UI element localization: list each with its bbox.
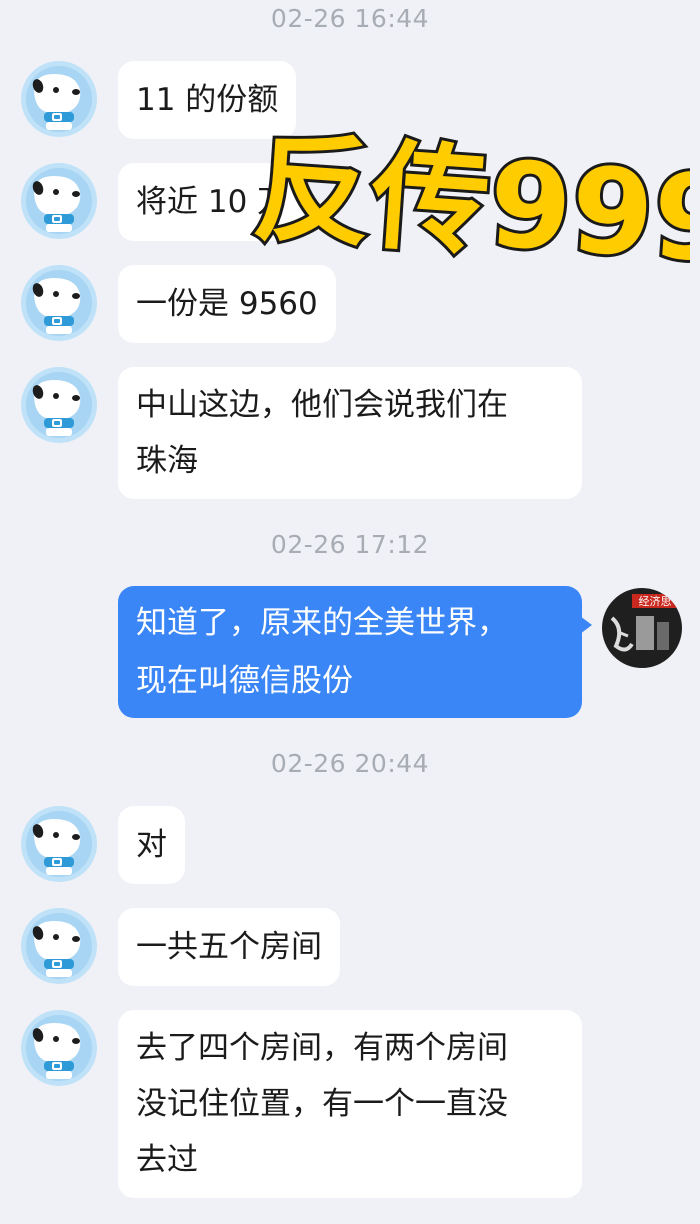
contact-avatar[interactable] xyxy=(20,60,98,138)
message-bubble: 一共五个房间 xyxy=(118,908,340,986)
message-bubble: 去了四个房间，有两个房间 没记住位置，有一个一直没 去过 xyxy=(118,1010,582,1198)
my-avatar-text: 经济思 xyxy=(639,594,672,608)
overlay-text: 反传999 xyxy=(250,118,690,289)
my-avatar[interactable]: 经济思 xyxy=(602,588,682,668)
contact-avatar[interactable] xyxy=(20,366,98,444)
message-bubble: 中山这边，他们会说我们在 珠海 xyxy=(118,367,582,499)
contact-avatar[interactable] xyxy=(20,907,98,985)
contact-avatar[interactable] xyxy=(20,805,98,883)
timestamp: 02-26 17:12 xyxy=(270,530,430,559)
message-bubble: 对 xyxy=(118,806,185,884)
timestamp: 02-26 20:44 xyxy=(270,749,430,778)
contact-avatar[interactable] xyxy=(20,1009,98,1087)
overlay-sticker-text: 反传999 xyxy=(250,95,690,290)
contact-avatar[interactable] xyxy=(20,162,98,240)
contact-avatar[interactable] xyxy=(20,264,98,342)
timestamp: 02-26 16:44 xyxy=(270,4,430,33)
my-message-bubble: 知道了，原来的全美世界， 现在叫德信股份 xyxy=(118,586,592,718)
